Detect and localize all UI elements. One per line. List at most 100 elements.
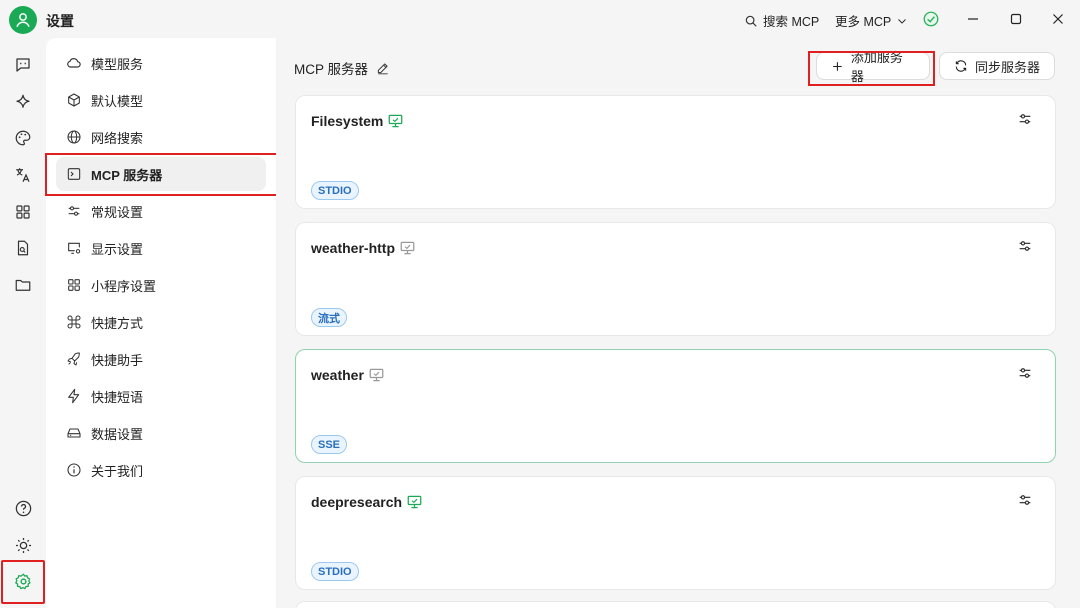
hard-drive-icon: [67, 428, 81, 438]
server-name-text: deepresearch: [311, 494, 403, 510]
server-settings-icon[interactable]: [1017, 238, 1033, 254]
server-name: weather-http: [311, 240, 415, 256]
title-bar: 设置 搜索 MCP 更多 MCP: [0, 0, 1080, 38]
icon-rail: [0, 38, 46, 608]
nav-item-label: 关于我们: [91, 463, 144, 479]
monitor-icon: [407, 495, 422, 509]
refresh-icon: [955, 60, 967, 72]
server-settings-icon[interactable]: [1017, 111, 1033, 127]
more-mcp-dropdown[interactable]: 更多 MCP: [835, 11, 908, 30]
palette-icon: [15, 130, 31, 146]
nav-item-data-settings[interactable]: 数据设置: [56, 416, 266, 450]
translate-icon: [16, 168, 30, 182]
chat-icon: [16, 58, 30, 72]
sparkle-icon: [16, 94, 30, 108]
nav-item-label: 显示设置: [91, 241, 144, 257]
avatar[interactable]: [9, 6, 37, 34]
search-mcp-label: 搜索 MCP: [763, 15, 820, 29]
rail-chat-button[interactable]: [12, 54, 34, 76]
nav-item-label: 小程序设置: [91, 278, 157, 294]
server-card-weather-http[interactable]: weather-http 流式: [295, 222, 1056, 336]
nav-item-general-settings[interactable]: 常规设置: [56, 194, 266, 228]
sync-servers-label: 同步服务器: [975, 59, 1041, 75]
nav-item-mcp-servers[interactable]: MCP 服务器: [56, 157, 266, 191]
server-type-tag: STDIO: [311, 562, 359, 581]
add-server-label: 添加服务器: [850, 50, 903, 84]
rail-apps-button[interactable]: [12, 201, 34, 223]
page-title: MCP 服务器: [294, 58, 390, 78]
maximize-icon: [1010, 13, 1022, 25]
main-panel: MCP 服务器 添加服务器 同步服务器 Filesystem STDIO wea…: [276, 38, 1080, 608]
server-card-filesystem[interactable]: Filesystem STDIO: [295, 95, 1056, 209]
nav-item-about[interactable]: 关于我们: [56, 453, 266, 487]
server-type-tag: STDIO: [311, 181, 359, 200]
rail-agents-button[interactable]: [12, 91, 34, 113]
rail-translate-button[interactable]: [12, 164, 34, 186]
server-type-tag: 流式: [311, 308, 347, 327]
rail-paint-button[interactable]: [12, 127, 34, 149]
nav-item-quick-assistant[interactable]: 快捷助手: [56, 342, 266, 376]
more-mcp-label: 更多 MCP: [835, 15, 892, 29]
grid-icon: [16, 205, 30, 219]
rail-folder-button[interactable]: [12, 274, 34, 296]
check-circle-icon: [923, 11, 939, 27]
nav-item-label: 快捷助手: [91, 352, 144, 368]
nav-item-miniapp-settings[interactable]: 小程序设置: [56, 268, 266, 302]
edit-icon[interactable]: [376, 61, 390, 75]
search-icon: [745, 15, 757, 27]
minimize-icon: [968, 18, 978, 20]
nav-item-label: 快捷方式: [91, 315, 144, 331]
sliders-icon: [68, 206, 80, 216]
server-name-text: Filesystem: [311, 113, 384, 129]
nav-item-quick-phrases[interactable]: 快捷短语: [56, 379, 266, 413]
chevron-down-icon: [898, 18, 907, 24]
close-icon: [1053, 14, 1063, 24]
monitor-gear-icon: [68, 242, 81, 254]
nav-item-label: 常规设置: [91, 204, 144, 220]
server-settings-icon[interactable]: [1017, 492, 1033, 508]
rail-help-button[interactable]: [12, 497, 34, 519]
globe-icon: [67, 130, 81, 144]
server-type-tag: SSE: [311, 435, 348, 454]
maximize-button[interactable]: [1007, 10, 1025, 28]
minimize-button[interactable]: [964, 10, 982, 28]
rocket-icon: [67, 352, 80, 366]
nav-item-web-search[interactable]: 网络搜索: [56, 120, 266, 154]
nav-item-label: 数据设置: [91, 426, 144, 442]
nav-item-label: 网络搜索: [91, 130, 144, 146]
rail-files-button[interactable]: [12, 237, 34, 259]
nav-item-model-service[interactable]: 模型服务: [56, 46, 266, 80]
sync-servers-button[interactable]: 同步服务器: [939, 52, 1055, 80]
user-icon: [16, 13, 30, 28]
nav-item-display-settings[interactable]: 显示设置: [56, 231, 266, 265]
settings-nav: 模型服务 默认模型 网络搜索 MCP 服务器 常规设置 显示设置 小程序设置 快…: [46, 38, 276, 608]
rail-theme-button[interactable]: [12, 534, 34, 556]
status-check-button[interactable]: [922, 10, 940, 31]
command-icon: [67, 315, 81, 329]
close-button[interactable]: [1049, 10, 1067, 28]
gear-icon: [14, 573, 31, 589]
folder-icon: [15, 279, 31, 291]
nav-item-default-model[interactable]: 默认模型: [56, 83, 266, 117]
server-card-partial: [295, 601, 1056, 608]
monitor-icon: [400, 241, 415, 255]
nav-item-label: 快捷短语: [91, 389, 144, 405]
server-card-deepresearch[interactable]: deepresearch STDIO: [295, 476, 1056, 590]
server-name-text: weather: [311, 367, 364, 383]
monitor-icon: [369, 368, 384, 382]
search-mcp-button[interactable]: 搜索 MCP: [744, 11, 819, 30]
page-title-text: MCP 服务器: [294, 62, 369, 77]
nav-item-shortcuts[interactable]: 快捷方式: [56, 305, 266, 339]
cloud-icon: [67, 58, 81, 68]
nav-item-label: 模型服务: [91, 56, 144, 72]
help-icon: [15, 500, 31, 516]
grid-icon: [68, 279, 80, 291]
cube-icon: [68, 93, 80, 107]
zap-icon: [68, 388, 80, 404]
nav-item-label: MCP 服务器: [91, 167, 163, 183]
add-server-button[interactable]: 添加服务器: [816, 50, 930, 84]
rail-settings-button[interactable]: [12, 570, 34, 592]
server-settings-icon[interactable]: [1017, 365, 1033, 381]
server-card-weather[interactable]: weather SSE: [295, 349, 1056, 463]
plus-icon: [833, 61, 842, 71]
